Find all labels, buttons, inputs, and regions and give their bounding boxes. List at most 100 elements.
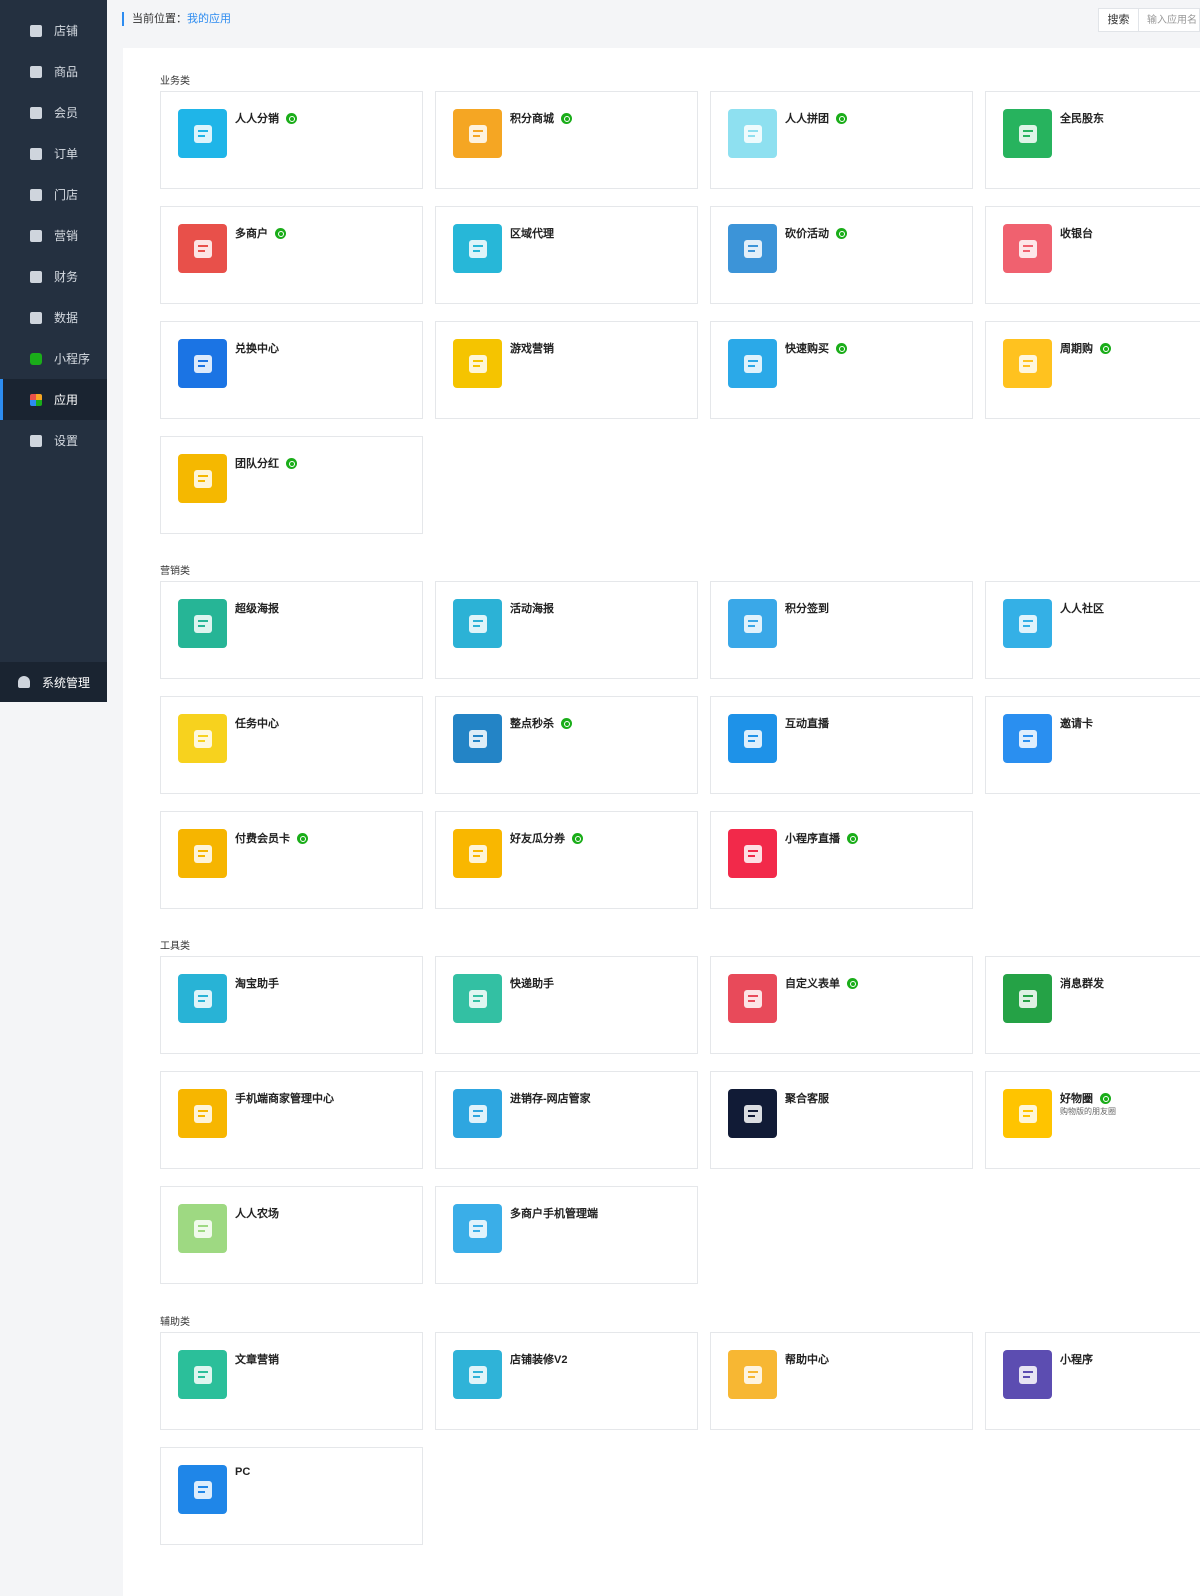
- app-card[interactable]: 自定义表单: [710, 956, 973, 1054]
- cashier-icon: [1003, 224, 1052, 273]
- app-card[interactable]: 淘宝助手: [160, 956, 423, 1054]
- app-card[interactable]: 多商户手机管理端: [435, 1186, 698, 1284]
- app-name: 手机端商家管理中心: [235, 1093, 334, 1105]
- app-card[interactable]: 活动海报: [435, 581, 698, 679]
- breadcrumb-current[interactable]: 我的应用: [187, 13, 231, 25]
- app-name-row: 兑换中心: [235, 340, 279, 356]
- app-card[interactable]: 聚合客服: [710, 1071, 973, 1169]
- app-card[interactable]: 超级海报: [160, 581, 423, 679]
- app-card[interactable]: 多商户: [160, 206, 423, 304]
- sidebar-item-10[interactable]: 设置: [0, 420, 107, 461]
- app-section: 营销类 超级海报 活动海报 积分签到 人人社区 任务中心 整点秒杀 互动直播 邀请卡 付费会员卡 好…: [160, 563, 1200, 909]
- app-card[interactable]: 任务中心: [160, 696, 423, 794]
- app-name-row: 砍价活动: [785, 225, 847, 241]
- app-card[interactable]: 砍价活动: [710, 206, 973, 304]
- sidebar-item-1[interactable]: 商品: [0, 51, 107, 92]
- sidebar-item-0[interactable]: 店铺: [0, 10, 107, 51]
- sidebar-item-2[interactable]: 会员: [0, 92, 107, 133]
- sidebar-item-5[interactable]: 营销: [0, 215, 107, 256]
- miniprogram-badge-icon: [847, 977, 858, 989]
- app-name-row: 全民股东: [1060, 110, 1104, 126]
- miniprogram-badge-icon: [561, 717, 572, 729]
- sidebar-item-4[interactable]: 门店: [0, 174, 107, 215]
- app-name: 快速购买: [785, 343, 829, 355]
- app-name-row: 人人拼团: [785, 110, 847, 126]
- app-name: 聚合客服: [785, 1093, 829, 1105]
- app-card[interactable]: 积分签到: [710, 581, 973, 679]
- sidebar-item-8[interactable]: 小程序: [0, 338, 107, 379]
- app-name: 积分商城: [510, 113, 554, 125]
- app-card[interactable]: PC: [160, 1447, 423, 1545]
- app-grid: 淘宝助手 快递助手 自定义表单 消息群发手机端商家管理中心 进销存-网店管家 聚合客服 好物…: [160, 956, 1200, 1284]
- app-card[interactable]: 消息群发: [985, 956, 1200, 1054]
- app-card[interactable]: 快速购买: [710, 321, 973, 419]
- app-card[interactable]: 店铺装修V2: [435, 1332, 698, 1430]
- message-icon: [1003, 974, 1052, 1023]
- wheel-icon: [453, 339, 502, 388]
- app-name-row: 好物圈: [1060, 1090, 1111, 1106]
- app-name: 快递助手: [510, 978, 554, 990]
- sidebar-item-9[interactable]: 应用: [0, 379, 107, 420]
- app-name-row: 自定义表单: [785, 975, 858, 991]
- app-card[interactable]: 整点秒杀: [435, 696, 698, 794]
- app-name-row: 积分签到: [785, 600, 829, 616]
- coupon-envelope-icon: [453, 829, 502, 878]
- miniprogram-badge-icon: [275, 227, 286, 239]
- app-name: 店铺装修V2: [510, 1354, 568, 1366]
- app-name: 区域代理: [510, 228, 554, 240]
- app-card[interactable]: 小程序: [985, 1332, 1200, 1430]
- app-name: 全民股东: [1060, 113, 1104, 125]
- app-name: 多商户手机管理端: [510, 1208, 598, 1220]
- app-card[interactable]: 团队分红: [160, 436, 423, 534]
- search-input[interactable]: [1139, 9, 1199, 31]
- storefront-icon: [453, 1350, 502, 1399]
- app-card[interactable]: 人人拼团: [710, 91, 973, 189]
- app-name: 文章营销: [235, 1354, 279, 1366]
- red-envelope-icon: [178, 454, 227, 503]
- app-card[interactable]: 帮助中心: [710, 1332, 973, 1430]
- app-card[interactable]: 文章营销: [160, 1332, 423, 1430]
- app-card[interactable]: 收银台: [985, 206, 1200, 304]
- app-card[interactable]: 人人分销: [160, 91, 423, 189]
- sidebar-item-6[interactable]: 财务: [0, 256, 107, 297]
- shop-icon: [30, 188, 42, 201]
- phone-icon: [178, 1089, 227, 1138]
- app-card[interactable]: 邀请卡: [985, 696, 1200, 794]
- app-card[interactable]: 积分商城: [435, 91, 698, 189]
- sidebar-item-3[interactable]: 订单: [0, 133, 107, 174]
- app-card[interactable]: 人人农场: [160, 1186, 423, 1284]
- app-name-row: 小程序直播: [785, 830, 858, 846]
- app-card[interactable]: 游戏营销: [435, 321, 698, 419]
- app-card[interactable]: 互动直播: [710, 696, 973, 794]
- map-icon: [453, 224, 502, 273]
- article-icon: [178, 1350, 227, 1399]
- app-card[interactable]: 好物圈 购物版的朋友圈: [985, 1071, 1200, 1169]
- group-buy-icon: [728, 109, 777, 158]
- sidebar-item-label: 数据: [54, 311, 79, 325]
- section-title: 业务类: [160, 76, 190, 87]
- app-name: 消息群发: [1060, 978, 1104, 990]
- miniprogram-badge-icon: [286, 457, 297, 469]
- app-name-row: 淘宝助手: [235, 975, 279, 991]
- app-name: 小程序直播: [785, 833, 840, 845]
- app-card[interactable]: 进销存-网店管家: [435, 1071, 698, 1169]
- app-card[interactable]: 付费会员卡: [160, 811, 423, 909]
- app-name-row: 任务中心: [235, 715, 279, 731]
- app-card[interactable]: 手机端商家管理中心: [160, 1071, 423, 1169]
- app-name-row: 人人分销: [235, 110, 297, 126]
- invite-card-icon: [1003, 714, 1052, 763]
- app-card[interactable]: 区域代理: [435, 206, 698, 304]
- app-card[interactable]: 兑换中心: [160, 321, 423, 419]
- app-card[interactable]: 周期购: [985, 321, 1200, 419]
- app-card[interactable]: 人人社区: [985, 581, 1200, 679]
- app-card[interactable]: 好友瓜分券: [435, 811, 698, 909]
- cart-icon: [728, 339, 777, 388]
- community-icon: [1003, 599, 1052, 648]
- sidebar-item-7[interactable]: 数据: [0, 297, 107, 338]
- app-card[interactable]: 快递助手: [435, 956, 698, 1054]
- search-button[interactable]: 搜索: [1099, 9, 1139, 31]
- miniprogram-icon: [30, 352, 42, 365]
- app-card[interactable]: 全民股东: [985, 91, 1200, 189]
- system-manage-button[interactable]: 系统管理: [0, 662, 107, 702]
- app-card[interactable]: 小程序直播: [710, 811, 973, 909]
